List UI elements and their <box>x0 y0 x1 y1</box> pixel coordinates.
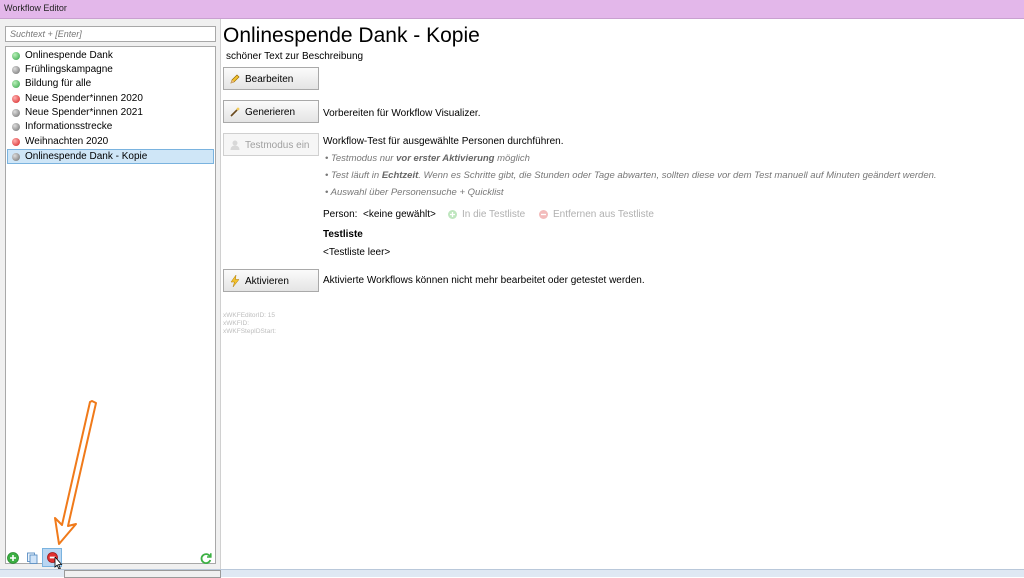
status-inactive-icon <box>12 123 20 131</box>
status-inactive-icon <box>12 153 20 161</box>
bullet-bold-text: Echtzeit <box>381 170 419 181</box>
activate-description: Aktivierte Workflows können nicht mehr b… <box>323 275 645 286</box>
info-bullet: • Testmodus nur vor erster Aktivierung m… <box>325 153 530 164</box>
status-inactive-icon <box>12 109 20 117</box>
add-to-testlist-icon <box>448 210 457 219</box>
generate-button-label: Generieren <box>245 107 296 118</box>
generate-description: Vorbereiten für Workflow Visualizer. <box>323 108 481 119</box>
bullet-bold-text: vor erster Aktivierung <box>396 153 495 164</box>
tooltip <box>64 570 221 578</box>
add-to-testlist-link[interactable]: In die Testliste <box>462 209 525 220</box>
workflow-label: Neue Spender*innen 2021 <box>25 107 143 118</box>
copy-workflow-icon[interactable] <box>25 551 39 565</box>
annotation-arrow-icon <box>54 400 97 545</box>
workflow-label: Neue Spender*innen 2020 <box>25 93 143 104</box>
bullet-text: . Wenn es Schritte gibt, die Stunden ode… <box>418 170 937 181</box>
window-titlebar: Workflow Editor <box>0 0 1024 19</box>
info-bullet: • Auswahl über Personensuche + Quicklist <box>325 187 504 198</box>
info-bullet: • Test läuft in Echtzeit. Wenn es Schrit… <box>325 170 937 181</box>
activate-button-label: Aktivieren <box>245 276 289 287</box>
lightning-icon <box>230 275 240 287</box>
testlist-empty: <Testliste leer> <box>323 247 391 258</box>
person-row: Person: <keine gewählt> <box>323 209 436 220</box>
generate-button[interactable]: Generieren <box>223 100 319 123</box>
bullet-text: Testmodus nur <box>330 153 397 164</box>
workflow-list-item[interactable]: Onlinespende Dank <box>7 49 214 63</box>
workflow-label: Bildung für alle <box>25 78 92 89</box>
workflow-detail-pane: Onlinespende Dank - Kopie schöner Text z… <box>221 19 1024 569</box>
remove-from-testlist-icon <box>539 210 548 219</box>
window-title: Workflow Editor <box>4 3 67 13</box>
status-stopped-icon <box>12 138 20 146</box>
bullet-text: Test läuft in <box>330 170 382 181</box>
magic-wand-icon <box>230 107 240 117</box>
workflow-label: Onlinespende Dank <box>25 50 113 61</box>
bullet-text: Auswahl über Personensuche + Quicklist <box>330 187 504 198</box>
workflow-label: Informationsstrecke <box>25 121 113 132</box>
refresh-icon[interactable] <box>199 551 213 565</box>
workflow-list-item[interactable]: Bildung für alle <box>7 77 214 91</box>
workflow-id-text: xWKFID: <box>223 320 249 327</box>
workflow-list-item-selected[interactable]: Onlinespende Dank - Kopie <box>7 149 214 164</box>
workflow-list-item[interactable]: Weihnachten 2020 <box>7 135 214 149</box>
step-id-text: xWKFStepIDStart: <box>223 328 277 335</box>
remove-from-testlist-link[interactable]: Entfernen aus Testliste <box>553 209 654 220</box>
workflow-title: Onlinespende Dank - Kopie <box>223 24 480 47</box>
workflow-sidebar: Onlinespende Dank Frühlingskampagne Bild… <box>0 19 220 576</box>
workflow-list-item[interactable]: Neue Spender*innen 2021 <box>7 106 214 120</box>
testmode-description: Workflow-Test für ausgewählte Personen d… <box>323 136 564 147</box>
bullet-text: möglich <box>494 153 530 164</box>
workflow-label: Onlinespende Dank - Kopie <box>25 151 148 162</box>
status-stopped-icon <box>12 95 20 103</box>
search-input[interactable] <box>6 27 214 41</box>
person-label: Person: <box>323 209 358 220</box>
edit-button[interactable]: Bearbeiten <box>223 67 319 90</box>
status-active-icon <box>12 80 20 88</box>
pencil-icon <box>230 74 240 84</box>
testmode-button-label: Testmodus ein <box>245 140 310 151</box>
workflow-list-item[interactable]: Informationsstrecke <box>7 120 214 134</box>
test-person-icon <box>230 140 240 150</box>
testlist-heading: Testliste <box>323 229 363 240</box>
workflow-label: Weihnachten 2020 <box>25 136 109 147</box>
workflow-description: schöner Text zur Beschreibung <box>226 51 364 62</box>
workflow-list-item[interactable]: Frühlingskampagne <box>7 63 214 77</box>
search-box[interactable] <box>5 26 216 42</box>
person-value[interactable]: <keine gewählt> <box>363 209 436 220</box>
edit-button-label: Bearbeiten <box>245 74 294 85</box>
status-inactive-icon <box>12 66 20 74</box>
editor-id-text: xWKFEditorID: 15 <box>223 312 276 319</box>
status-active-icon <box>12 52 20 60</box>
testmode-button[interactable]: Testmodus ein <box>223 133 319 156</box>
activate-button[interactable]: Aktivieren <box>223 269 319 292</box>
add-workflow-icon[interactable] <box>6 551 20 565</box>
workflow-list[interactable]: Onlinespende Dank Frühlingskampagne Bild… <box>5 46 216 564</box>
workflow-list-item[interactable]: Neue Spender*innen 2020 <box>7 92 214 106</box>
workflow-label: Frühlingskampagne <box>25 64 113 75</box>
